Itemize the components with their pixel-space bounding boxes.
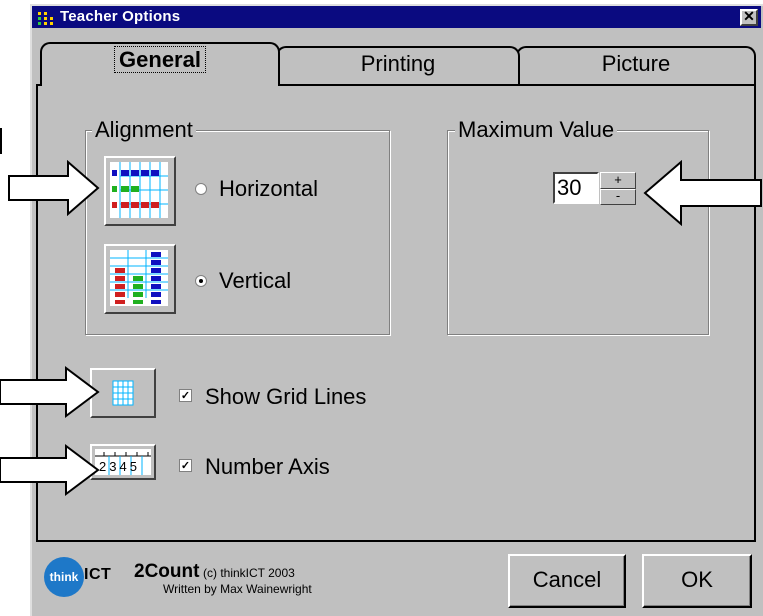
logo-ict-text: ICT	[84, 566, 112, 583]
close-button[interactable]: ✕	[740, 9, 758, 26]
app-grid-icon	[37, 10, 55, 26]
tab-general[interactable]: General	[40, 42, 280, 86]
tab-label: Picture	[601, 51, 671, 76]
axis-numbers: 2345	[99, 459, 140, 474]
panel-border	[280, 84, 756, 86]
pointer-arrow-icon	[643, 160, 762, 226]
alignment-label: Alignment	[92, 117, 196, 143]
app-name: 2Count	[134, 561, 200, 582]
show-grid-lines-checkbox[interactable]: ✓	[179, 389, 192, 402]
vertical-label: Vertical	[219, 268, 292, 293]
tab-label: Printing	[360, 51, 436, 76]
thinkict-logo: think	[44, 557, 84, 597]
author-text: Written by Max Wainewright	[163, 582, 312, 596]
cancel-button[interactable]: Cancel	[508, 554, 626, 608]
copyright-text: (c) thinkICT 2003	[203, 566, 295, 580]
tab-picture[interactable]: Picture	[516, 46, 756, 84]
pointer-arrow-icon	[0, 366, 100, 418]
horizontal-bar-chart-icon	[110, 162, 168, 218]
edge-mark	[0, 128, 2, 154]
tab-label: General	[114, 46, 206, 73]
tab-printing[interactable]: Printing	[276, 46, 520, 84]
grid-icon	[112, 380, 134, 406]
increment-button[interactable]: +	[600, 172, 636, 189]
maximum-value-label: Maximum Value	[455, 117, 618, 143]
pointer-arrow-icon	[0, 444, 100, 496]
number-axis-checkbox[interactable]: ✓	[179, 459, 192, 472]
horizontal-chart-button[interactable]	[104, 156, 176, 226]
horizontal-label: Horizontal	[219, 176, 319, 201]
number-axis-label: Number Axis	[205, 454, 330, 479]
vertical-radio[interactable]	[195, 275, 207, 287]
horizontal-radio[interactable]	[195, 183, 207, 195]
vertical-bar-chart-icon	[110, 250, 168, 306]
radio-selected-dot	[199, 279, 203, 283]
vertical-chart-button[interactable]	[104, 244, 176, 314]
decrement-button[interactable]: -	[600, 189, 636, 205]
ok-button[interactable]: OK	[642, 554, 752, 608]
pointer-arrow-icon	[8, 160, 100, 216]
window-title: Teacher Options	[60, 8, 181, 25]
show-grid-lines-label: Show Grid Lines	[205, 384, 367, 409]
number-axis-icon: 2345	[95, 449, 151, 475]
maximum-value-input[interactable]: 30	[553, 172, 599, 204]
